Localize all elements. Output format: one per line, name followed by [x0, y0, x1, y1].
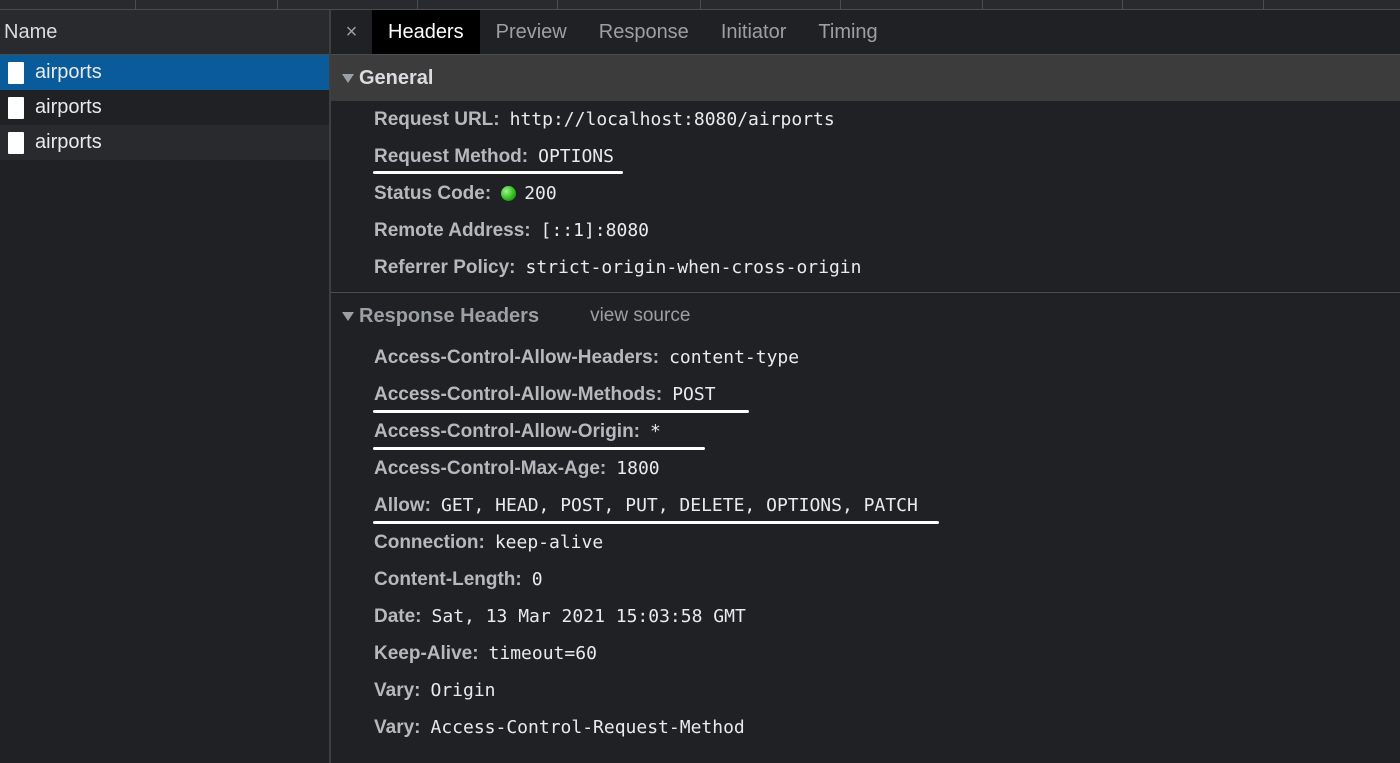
header-value: Origin [430, 680, 496, 701]
header-key: Request URL: [374, 108, 500, 130]
document-icon [8, 61, 24, 84]
request-row[interactable]: airports [0, 55, 329, 90]
response-headers-section-header[interactable]: Response Headers view source [331, 293, 1400, 339]
status-ok-icon [501, 186, 517, 201]
tab-initiator[interactable]: Initiator [705, 10, 803, 54]
header-key: Connection: [374, 531, 485, 553]
header-value: content-type [669, 347, 800, 368]
header-value: timeout=60 [488, 643, 597, 664]
header-row: Status Code: 200 [331, 175, 1400, 212]
name-column-header[interactable]: Name [0, 10, 329, 55]
header-value: OPTIONS [538, 146, 614, 167]
tab-response[interactable]: Response [583, 10, 705, 54]
header-key: Status Code: [374, 182, 492, 204]
general-section-header[interactable]: General [331, 55, 1400, 101]
section-title: General [359, 66, 434, 89]
tab-preview[interactable]: Preview [480, 10, 583, 54]
header-key: Access-Control-Allow-Headers: [374, 346, 660, 368]
header-value: strict-origin-when-cross-origin [525, 257, 862, 278]
header-row: Referrer Policy: strict-origin-when-cros… [331, 249, 1400, 286]
devtools-top-strip [0, 0, 1400, 10]
header-value: keep-alive [494, 532, 604, 553]
request-row[interactable]: airports [0, 90, 329, 125]
header-key: Allow: [374, 494, 431, 516]
header-row: Request URL: http://localhost:8080/airpo… [331, 101, 1400, 138]
header-key: Content-Length: [374, 568, 522, 590]
header-value: Sat, 13 Mar 2021 15:03:58 GMT [431, 606, 746, 627]
request-name: airports [35, 61, 102, 83]
header-row: Keep-Alive: timeout=60 [331, 635, 1400, 672]
header-value: POST [672, 384, 716, 405]
tab-headers[interactable]: Headers [372, 10, 480, 54]
header-value: * [650, 421, 661, 442]
header-row: Request Method: OPTIONS [331, 138, 1400, 175]
header-row: Access-Control-Allow-Origin: * [331, 413, 1400, 450]
triangle-down-icon [342, 73, 354, 83]
annotation-underline [373, 171, 623, 174]
header-row: Content-Length: 0 [331, 561, 1400, 598]
general-rows: Request URL: http://localhost:8080/airpo… [331, 101, 1400, 286]
header-key: Request Method: [374, 145, 529, 167]
header-key: Date: [374, 605, 422, 627]
header-row: Date: Sat, 13 Mar 2021 15:03:58 GMT [331, 598, 1400, 635]
header-value: http://localhost:8080/airports [509, 109, 835, 130]
header-value: Access-Control-Request-Method [430, 717, 745, 738]
header-row: Allow: GET, HEAD, POST, PUT, DELETE, OPT… [331, 487, 1400, 524]
header-key: Access-Control-Max-Age: [374, 457, 607, 479]
request-row[interactable]: airports [0, 125, 329, 160]
request-name: airports [35, 96, 102, 118]
triangle-down-icon [342, 311, 354, 321]
response-header-rows: Access-Control-Allow-Headers: content-ty… [331, 339, 1400, 746]
header-value: [::1]:8080 [540, 220, 649, 241]
header-key: Remote Address: [374, 219, 531, 241]
request-details-panel: × Headers Preview Response Initiator Tim… [331, 10, 1400, 763]
header-row: Vary: Origin [331, 672, 1400, 709]
details-tabbar: × Headers Preview Response Initiator Tim… [331, 10, 1400, 55]
header-key: Access-Control-Allow-Methods: [374, 383, 663, 405]
header-value: 200 [524, 183, 557, 204]
header-row: Vary: Access-Control-Request-Method [331, 709, 1400, 746]
header-key: Access-Control-Allow-Origin: [374, 420, 641, 442]
close-icon[interactable]: × [331, 10, 372, 54]
header-value: 0 [531, 569, 543, 590]
document-icon [8, 131, 24, 154]
header-key: Referrer Policy: [374, 256, 516, 278]
header-row: Connection: keep-alive [331, 524, 1400, 561]
header-row: Remote Address: [::1]:8080 [331, 212, 1400, 249]
header-value: GET, HEAD, POST, PUT, DELETE, OPTIONS, P… [441, 495, 918, 516]
header-row: Access-Control-Allow-Methods: POST [331, 376, 1400, 413]
request-list-panel: Name airports airports airports [0, 10, 331, 763]
header-value: 1800 [616, 458, 660, 479]
tab-timing[interactable]: Timing [802, 10, 893, 54]
header-row: Access-Control-Allow-Headers: content-ty… [331, 339, 1400, 376]
request-name: airports [35, 131, 102, 153]
header-key: Keep-Alive: [374, 642, 479, 664]
section-title: Response Headers [359, 304, 540, 327]
header-key: Vary: [374, 716, 421, 738]
document-icon [8, 96, 24, 119]
header-key: Vary: [374, 679, 421, 701]
header-row: Access-Control-Max-Age: 1800 [331, 450, 1400, 487]
view-source-link[interactable]: view source [590, 305, 690, 327]
